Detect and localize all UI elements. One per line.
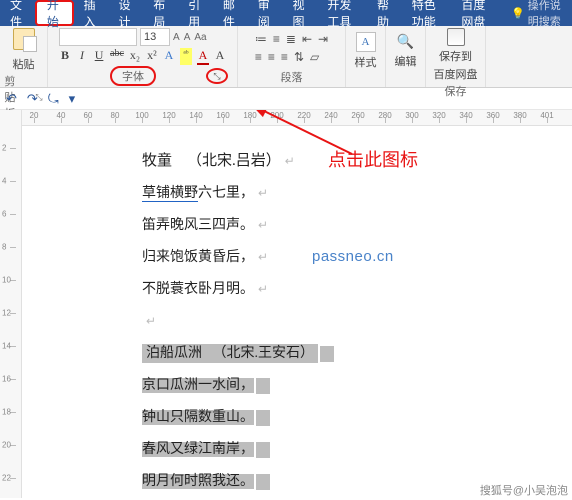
poem1-line2: 笛弄晚风三四声。↵ [142, 212, 572, 240]
tab-help[interactable]: 帮助 [367, 0, 402, 26]
document-page[interactable]: 牧童 （北宋.吕岩）↵ 草铺横野六七里，↵ 笛弄晚风三四声。↵ 归来饱饭黄昏后，… [22, 126, 572, 496]
grow-font-icon[interactable]: A [173, 32, 180, 43]
styles-icon[interactable]: A [356, 32, 376, 52]
attribution-text: 搜狐号@小吴泡泡 [480, 482, 568, 498]
tab-layout[interactable]: 布局 [143, 0, 178, 26]
undo-button[interactable]: ↶ [6, 91, 17, 107]
tab-developer[interactable]: 开发工具 [317, 0, 367, 26]
highlight-button[interactable]: ᵃᵇ [180, 48, 192, 65]
indent-dec-icon[interactable]: ⇤ [302, 32, 312, 46]
blank-para: ↵ [142, 308, 572, 336]
line-spacing-icon[interactable]: ⇅ [294, 50, 304, 64]
bulb-icon: 💡 [511, 7, 525, 20]
poem1-line1: 草铺横野六七里，↵ [142, 180, 572, 208]
paste-label: 粘贴 [13, 56, 35, 72]
tab-mailings[interactable]: 邮件 [213, 0, 248, 26]
tell-me[interactable]: 💡操作说明搜索 [501, 0, 572, 26]
group-save: 保存到百度网盘 保存 [426, 26, 486, 87]
vertical-ruler: 246810121416182022 [0, 110, 22, 498]
watermark-text: passneo.cn [312, 248, 394, 265]
repeat-button[interactable]: ⤿ [48, 91, 59, 107]
subscript-button[interactable]: x₂ [129, 48, 141, 65]
multilevel-icon[interactable]: ≣ [286, 32, 296, 46]
shading-icon[interactable]: ▱ [310, 50, 319, 64]
char-shading-button[interactable]: A [214, 48, 226, 65]
editing-label: 编辑 [395, 53, 417, 69]
qat-more-icon[interactable]: ▾ [69, 91, 76, 107]
disk-icon [447, 28, 465, 46]
tab-insert[interactable]: 插入 [74, 0, 109, 26]
tab-design[interactable]: 设计 [108, 0, 143, 26]
bold-button[interactable]: B [59, 48, 71, 65]
poem1-line4: 不脱蓑衣卧月明。↵ [142, 276, 572, 304]
shrink-font-icon[interactable]: A [184, 32, 191, 43]
styles-label: 样式 [355, 54, 377, 70]
font-name-select[interactable] [59, 28, 137, 46]
poem2-line1: 京口瓜洲一水间， [142, 372, 572, 400]
poem2-line2: 钟山只隔数重山。 [142, 404, 572, 432]
text-effects-button[interactable]: A [163, 48, 175, 65]
font-launcher-icon[interactable]: ⤡ [206, 68, 228, 84]
italic-button[interactable]: I [76, 48, 88, 65]
horizontal-ruler: 2040608010012014016018020022024026028030… [22, 110, 572, 126]
group-font: 13 AAAa B I U abc x₂ x² A ᵃᵇ A A 字体 [48, 26, 238, 87]
align-right-icon[interactable]: ≡ [281, 50, 288, 64]
bullets-icon[interactable]: ≔ [255, 32, 267, 46]
group-clipboard: 粘贴 剪贴板⤡ [0, 26, 48, 87]
save-group-label: 保存 [432, 82, 479, 101]
tab-references[interactable]: 引用 [178, 0, 213, 26]
find-icon[interactable]: 🔍 [397, 33, 415, 51]
tab-file[interactable]: 文件 [0, 0, 35, 26]
indent-inc-icon[interactable]: ⇥ [318, 32, 328, 46]
editor-area: 246810121416182022 204060801001201401601… [0, 110, 572, 498]
superscript-button[interactable]: x² [146, 48, 158, 65]
ribbon: 粘贴 剪贴板⤡ 13 AAAa B I U abc x₂ x² A [0, 26, 572, 88]
poem2-line3: 春风又绿江南岸， [142, 436, 572, 464]
font-group-label: 字体 [110, 66, 156, 86]
numbering-icon[interactable]: ≡ [273, 32, 280, 46]
strike-button[interactable]: abc [110, 48, 124, 65]
menubar: 文件 开始 插入 设计 布局 引用 邮件 审阅 视图 开发工具 帮助 特色功能 … [0, 0, 572, 26]
poem2-title: 泊船瓜洲 （北宋.王安石） [142, 340, 572, 368]
tell-me-label: 操作说明搜索 [528, 0, 562, 29]
tab-review[interactable]: 审阅 [248, 0, 283, 26]
tab-baidu[interactable]: 百度网盘 [451, 0, 501, 26]
save-baidu-button[interactable]: 保存到百度网盘 [434, 28, 478, 82]
font-color-button[interactable]: A [197, 48, 209, 65]
annotation-callout: 点击此图标 [328, 146, 418, 172]
group-editing: 🔍 编辑 [386, 26, 426, 87]
tab-features[interactable]: 特色功能 [402, 0, 452, 26]
clear-format-icon[interactable]: Aa [194, 32, 206, 43]
align-left-icon[interactable]: ≡ [255, 50, 262, 64]
paste-icon[interactable] [13, 28, 35, 50]
underline-button[interactable]: U [93, 48, 105, 65]
tab-home[interactable]: 开始 [35, 0, 74, 26]
quick-access-toolbar: ↶ ↷ ⤿ ▾ [0, 88, 572, 110]
font-size-select[interactable]: 13 [140, 28, 170, 46]
tab-view[interactable]: 视图 [283, 0, 318, 26]
align-center-icon[interactable]: ≡ [268, 50, 275, 64]
paragraph-group-label: 段落 [244, 68, 339, 87]
redo-button[interactable]: ↷ [27, 91, 38, 107]
group-styles: A 样式 [346, 26, 386, 87]
group-paragraph: ≔ ≡ ≣ ⇤ ⇥ ≡ ≡ ≡ ⇅ ▱ 段落 [238, 26, 346, 87]
